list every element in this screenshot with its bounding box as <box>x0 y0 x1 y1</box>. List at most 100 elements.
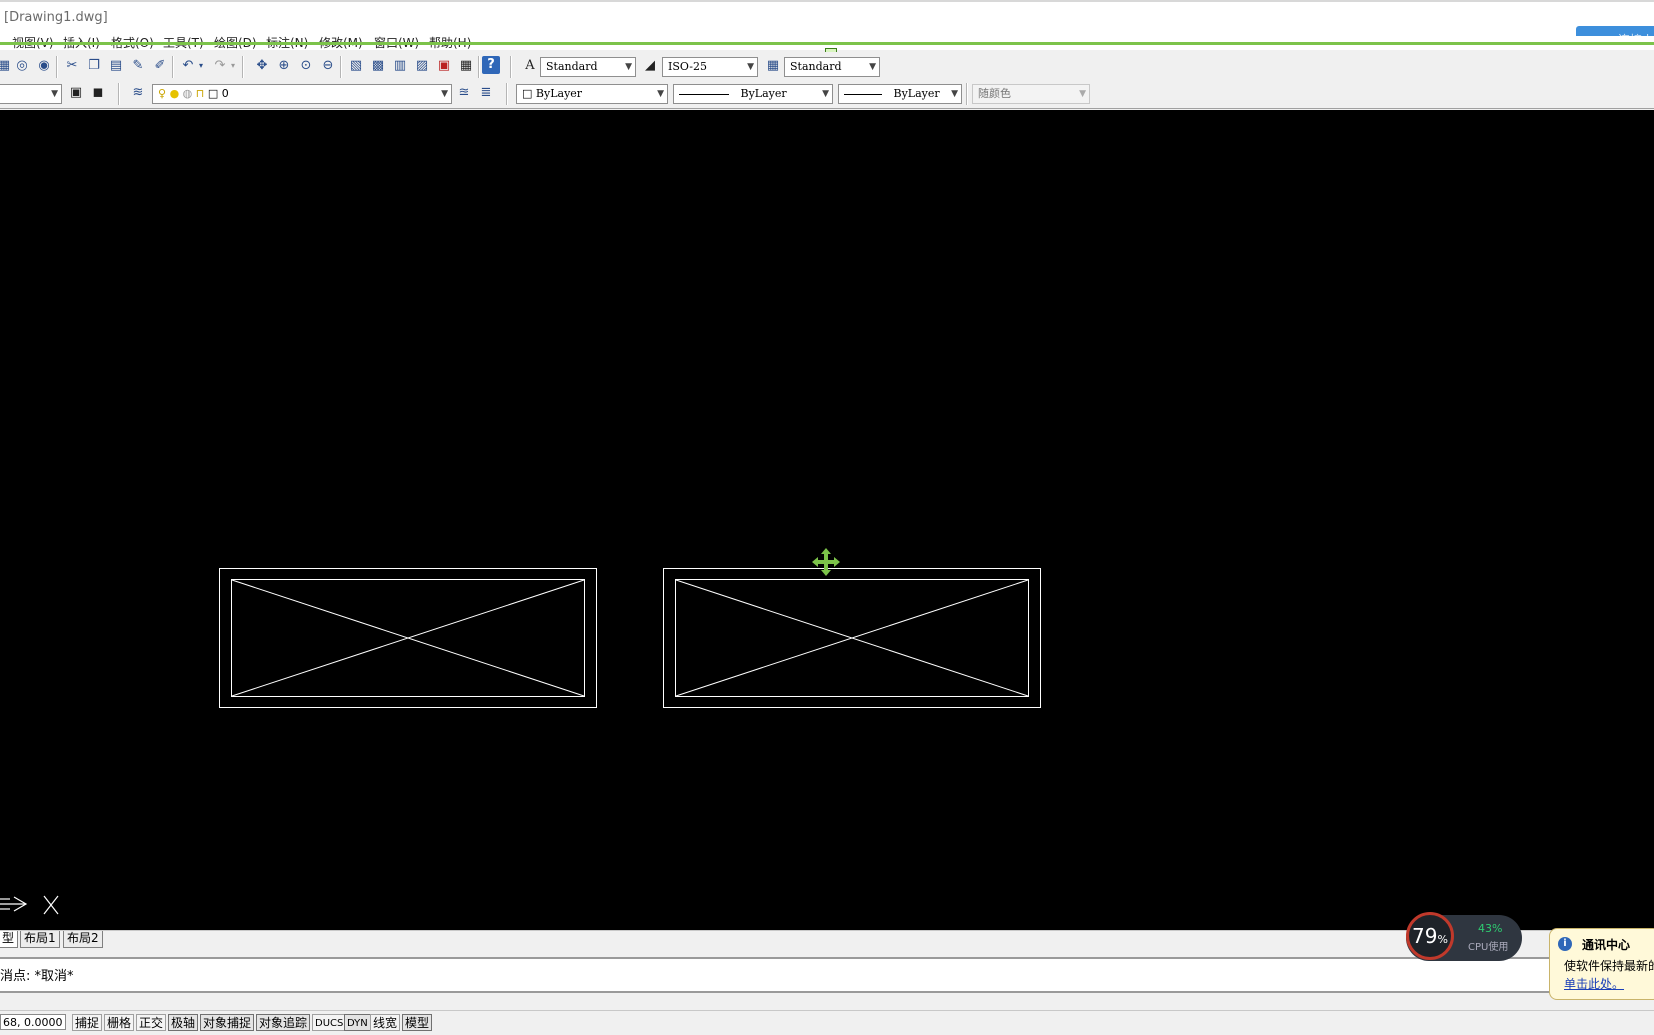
lineweight-select[interactable]: ByLayer ▼ <box>838 84 962 104</box>
color-swatch: □ <box>522 87 533 100</box>
polar-toggle[interactable]: 极轴 <box>168 1014 199 1031</box>
chevron-down-icon: ▼ <box>747 62 754 72</box>
grid-toggle[interactable]: 栅格 <box>104 1014 135 1031</box>
lock-icon: ⊓ <box>195 87 205 100</box>
undo-dropdown-icon[interactable]: ▾ <box>196 56 206 76</box>
cpu-monitor-widget[interactable]: 79% 43% CPU使用 <box>1406 912 1522 961</box>
make-object-layer-current-icon[interactable]: ▣ <box>66 83 86 103</box>
match-properties-icon[interactable]: ✎ <box>128 56 148 76</box>
layer-manager-icon[interactable]: ≋ <box>128 83 148 103</box>
drawing-canvas[interactable] <box>0 110 1654 930</box>
toolbar-separator <box>118 83 120 105</box>
properties-icon[interactable]: ▧ <box>346 56 366 76</box>
notification-title: 通讯中心 <box>1582 938 1631 952</box>
color-select[interactable]: □ ByLayer ▼ <box>516 84 668 104</box>
chevron-down-icon: ▼ <box>625 62 632 72</box>
chevron-down-icon: ▼ <box>1079 89 1086 99</box>
linetype-value: ByLayer <box>740 87 787 100</box>
layer-color-swatch: □ <box>207 87 219 100</box>
layers-properties-toolbar: ▼ ▣ ◼ ≋ ♀ ● ◍ ⊓ □ 0 ▼ ≊ ≣ □ ByLayer ▼ By… <box>0 82 1654 109</box>
cpu-percent: 43% <box>1478 922 1503 935</box>
layer-select[interactable]: ♀ ● ◍ ⊓ □ 0 ▼ <box>152 84 452 104</box>
memory-usage-gauge: 79% <box>1406 912 1454 960</box>
linetype-select[interactable]: ByLayer ▼ <box>673 84 833 104</box>
undo-icon[interactable]: ↶ <box>178 56 198 76</box>
paste-icon[interactable]: ▤ <box>106 56 126 76</box>
text-style-value: Standard <box>546 60 598 73</box>
plot-style-value: 随颜色 <box>978 87 1011 100</box>
command-line[interactable]: 消点: *取消* <box>0 957 1654 993</box>
workspace-select[interactable]: ▼ <box>0 84 62 104</box>
coordinate-readout[interactable]: 68, 0.0000 <box>0 1014 66 1030</box>
table-style-value: Standard <box>790 60 842 73</box>
zoom-realtime-icon[interactable]: ⊕ <box>274 56 294 76</box>
toolbar-separator <box>510 56 512 78</box>
tool-palettes-icon[interactable]: ▥ <box>390 56 410 76</box>
plot-preview-icon[interactable]: ◎ <box>12 56 32 76</box>
block-editor-icon[interactable]: ✐ <box>150 56 170 76</box>
zoom-previous-icon[interactable]: ⊖ <box>318 56 338 76</box>
title-bar: [Drawing1.dwg] <box>0 0 1654 38</box>
copy-icon[interactable]: ❐ <box>84 56 104 76</box>
toolbar-separator <box>242 56 244 78</box>
command-history-text: 消点: *取消* <box>0 969 74 984</box>
make-layer-current-icon[interactable]: ≊ <box>454 83 474 103</box>
memory-percent-unit: % <box>1437 933 1448 946</box>
redo-icon[interactable]: ↷ <box>210 56 230 76</box>
communication-center-balloon[interactable]: i 通讯中心 使软件保持最新的 单击此处。 <box>1549 928 1654 1000</box>
tab-model[interactable]: 型 <box>0 931 19 948</box>
ducs-toggle[interactable]: DUCS <box>312 1014 347 1031</box>
toolbar-separator <box>966 83 968 105</box>
layer-states-icon[interactable]: ≣ <box>476 83 496 103</box>
redo-dropdown-icon[interactable]: ▾ <box>228 56 238 76</box>
zoom-window-icon[interactable]: ⊙ <box>296 56 316 76</box>
ucs-icon <box>0 895 59 915</box>
dyn-toggle[interactable]: DYN <box>344 1014 371 1031</box>
chevron-down-icon: ▼ <box>869 62 876 72</box>
3d-dwf-icon[interactable]: ◉ <box>34 56 54 76</box>
drawing-svg <box>0 548 1041 915</box>
lineweight-toggle[interactable]: 线宽 <box>370 1014 401 1031</box>
toolbar-separator <box>506 83 508 105</box>
chevron-down-icon: ▼ <box>51 89 58 99</box>
linetype-preview <box>679 93 729 95</box>
dim-style-select[interactable]: ISO-25 ▼ <box>662 57 758 77</box>
tab-layout1[interactable]: 布局1 <box>20 931 60 948</box>
plot-style-select[interactable]: 随颜色 ▼ <box>972 84 1090 104</box>
text-style-icon[interactable]: A <box>520 56 540 76</box>
table-style-icon[interactable]: ▦ <box>763 56 783 76</box>
cut-icon[interactable]: ✂ <box>62 56 82 76</box>
sheet-set-icon[interactable]: ▨ <box>412 56 432 76</box>
move-grip-icon[interactable] <box>812 548 840 576</box>
sun-icon: ● <box>169 87 180 100</box>
notification-link[interactable]: 单击此处。 <box>1564 975 1624 992</box>
tab-layout2[interactable]: 布局2 <box>63 931 103 948</box>
pan-realtime-icon[interactable]: ✥ <box>252 56 272 76</box>
help-icon[interactable]: ? <box>482 56 500 74</box>
text-style-select[interactable]: Standard ▼ <box>540 57 636 77</box>
calculator-icon[interactable]: ▦ <box>456 56 476 76</box>
color-value: ByLayer <box>535 87 583 100</box>
chevron-down-icon: ▼ <box>657 89 664 99</box>
osnap-toggle[interactable]: 对象捕捉 <box>200 1014 255 1031</box>
design-center-icon[interactable]: ▩ <box>368 56 388 76</box>
model-toggle[interactable]: 模型 <box>402 1014 433 1031</box>
chevron-down-icon: ▼ <box>951 89 958 99</box>
viewport-freeze-icon: ◍ <box>182 87 193 100</box>
lightbulb-icon: ♀ <box>158 87 167 100</box>
chevron-down-icon: ▼ <box>441 89 448 99</box>
snap-toggle[interactable]: 捕捉 <box>72 1014 103 1031</box>
dim-style-icon[interactable]: ◢ <box>640 56 660 76</box>
status-bar: 68, 0.0000 捕捉 栅格 正交 极轴 对象捕捉 对象追踪 DUCS DY… <box>0 1010 1654 1035</box>
table-style-select[interactable]: Standard ▼ <box>784 57 880 77</box>
ortho-toggle[interactable]: 正交 <box>136 1014 167 1031</box>
layer-previous-icon[interactable]: ◼ <box>88 83 108 103</box>
selection-highlight-line <box>0 42 1654 45</box>
toolbar-separator <box>478 56 480 78</box>
markup-icon[interactable]: ▣ <box>434 56 454 76</box>
memory-percent: 79 <box>1412 924 1438 948</box>
lineweight-preview <box>844 93 882 95</box>
otrack-toggle[interactable]: 对象追踪 <box>256 1014 311 1031</box>
toolbar-separator <box>172 56 174 78</box>
toolbar-separator <box>340 56 342 78</box>
